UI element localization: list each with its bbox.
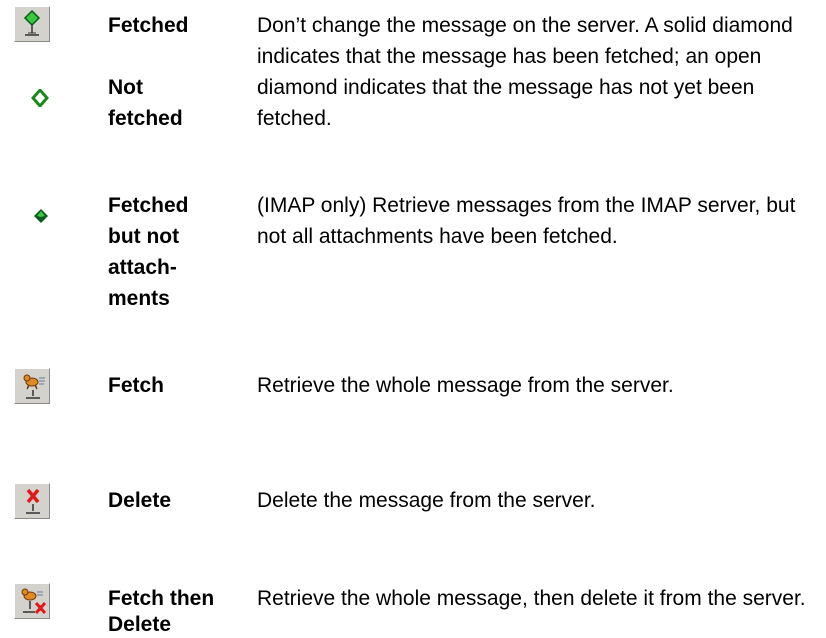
term-line: but not [108,225,180,248]
fetch-dog-icon [19,372,47,402]
term-delete: Delete [108,489,172,512]
term-fetch-then-delete: Fetch then Delete [108,586,248,638]
term-line: Fetched [108,194,189,217]
description-delete: Delete the message from the server. [257,489,596,512]
description-fetched: Don’t change the message on the server. … [257,14,793,130]
solid-diamond-icon [33,208,49,224]
fetched-diamond-server-icon [20,9,44,39]
term-line: attach- [108,256,177,279]
fetch-then-delete-button [14,583,50,619]
fetch-then-delete-icon [18,587,48,617]
fetch-button [14,368,50,404]
term-line: Delete [108,613,172,636]
description-fetch: Retrieve the whole message from the serv… [257,374,674,397]
term-not-fetched-line2: fetched [108,107,183,130]
term-line: ments [108,287,170,310]
delete-x-icon [20,487,46,517]
fetched-server-button [14,6,50,42]
term-fetch: Fetch [108,374,165,397]
open-diamond-icon [31,89,49,107]
delete-button [14,483,50,519]
term-not-fetched-line1: Not [108,76,143,99]
term-fetched-not-attachments: Fetched but not attach- ments [108,190,230,314]
term-fetched: Fetched [108,14,189,37]
term-line: Fetch then [108,587,215,610]
description-fetch-then-delete: Retrieve the whole message, then delete … [257,587,806,610]
term-not-fetched: Not fetched [108,72,230,134]
description-fetched-not-attachments: (IMAP only) Retrieve messages from the I… [257,194,796,248]
